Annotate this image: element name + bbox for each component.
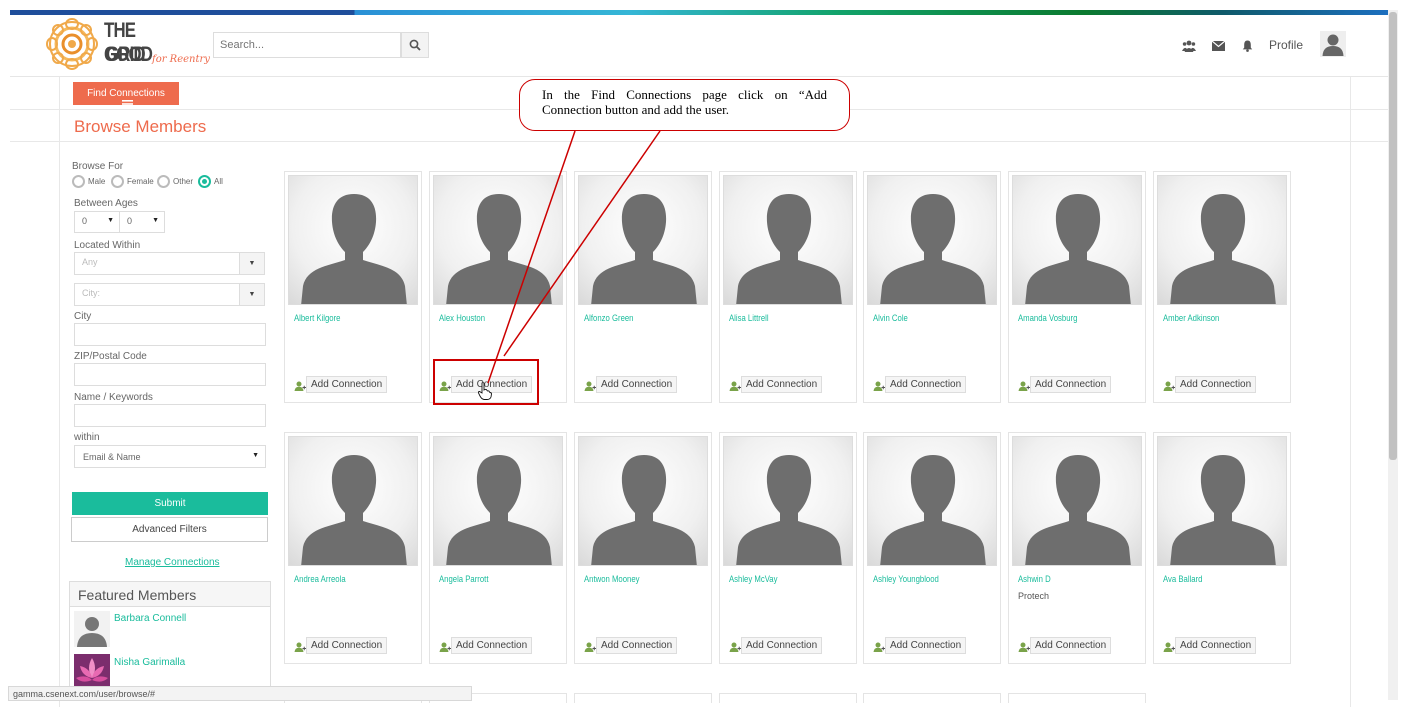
- hand-cursor-icon: [478, 382, 492, 400]
- status-bar-url: gamma.csenext.com/user/browse/#: [8, 686, 472, 701]
- annotation-callout: In the Find Connections page click on “A…: [519, 79, 850, 131]
- scrollbar-thumb[interactable]: [1389, 12, 1397, 460]
